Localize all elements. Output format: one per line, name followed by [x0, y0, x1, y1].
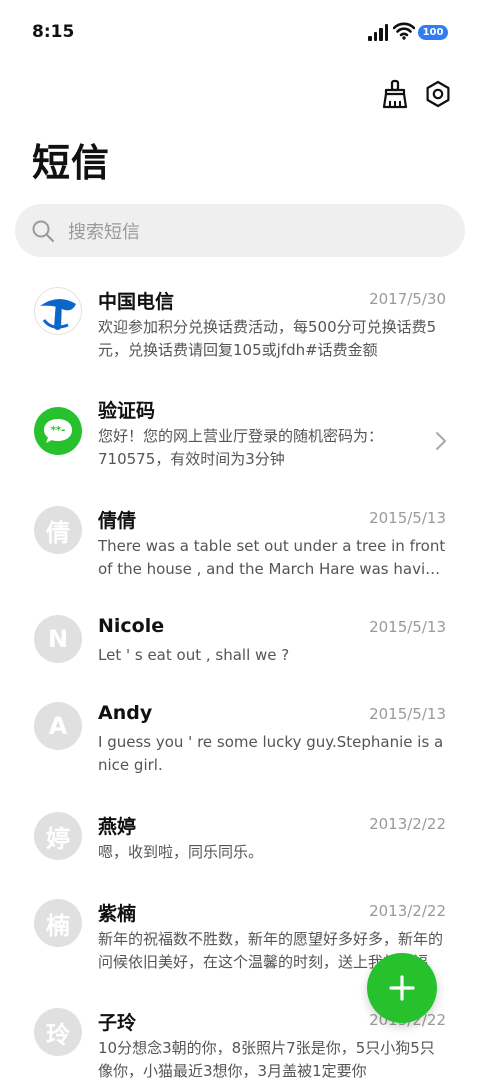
plus-icon	[389, 975, 415, 1001]
svg-text:**-: **-	[51, 425, 66, 436]
hexagon-settings-icon	[426, 80, 450, 108]
wifi-icon	[393, 22, 415, 40]
conversation-item-qianqian[interactable]: 倩 倩倩 2015/5/13 There was a table set out…	[0, 506, 480, 606]
conversation-item-andy[interactable]: A Andy 2015/5/13 I guess you ' re some l…	[0, 702, 480, 802]
conversation-date: 2013/2/22	[369, 902, 446, 920]
conversation-name: 子玲	[98, 1012, 137, 1034]
conversation-preview: Let ' s eat out , shall we ?	[98, 646, 290, 664]
conversation-item-nicole[interactable]: N Nicole 2015/5/13 Let ' s eat out , sha…	[0, 615, 480, 715]
battery-icon: 100	[418, 25, 448, 40]
conversation-preview: 您好！您的网上营业厅登录的随机密码为：710575，有效时间为3分钟	[98, 427, 384, 468]
settings-button[interactable]	[422, 78, 454, 110]
chevron-right-icon	[436, 432, 446, 450]
search-input[interactable]: 搜索短信	[68, 218, 140, 244]
conversation-name: 倩倩	[98, 510, 137, 532]
avatar: 玲	[34, 1008, 82, 1056]
conversation-preview: There was a table set out under a tree i…	[98, 537, 446, 578]
avatar: 倩	[34, 506, 82, 554]
conversation-name: 验证码	[98, 400, 156, 422]
conversation-item-verification-code[interactable]: **- 验证码 您好！您的网上营业厅登录的随机密码为：710575，有效时间为3…	[0, 396, 480, 496]
china-telecom-logo-icon	[34, 287, 82, 335]
conversation-preview: I guess you ' re some lucky guy.Stephani…	[98, 733, 444, 774]
avatar: N	[34, 615, 82, 663]
search-bar[interactable]: 搜索短信	[15, 204, 465, 257]
conversation-item-china-telecom[interactable]: 中国电信 2017/5/30 欢迎参加积分兑换话费活动，每500分可兑换话费5元…	[0, 287, 480, 387]
message-bubble-icon: **-	[34, 407, 82, 455]
conversation-name: 中国电信	[98, 291, 175, 313]
signal-icon	[368, 24, 388, 41]
avatar: 楠	[34, 899, 82, 947]
conversation-preview: 嗯，收到啦，同乐同乐。	[98, 843, 264, 861]
conversation-name: Nicole	[98, 615, 165, 637]
page-title: 短信	[32, 141, 111, 185]
conversation-preview: 10分想念3朝的你，8张照片7张是你，5只小狗5只像你，小猫最近3想你，3月盖被…	[98, 1039, 435, 1080]
clean-button[interactable]	[378, 78, 410, 110]
conversation-item-yanting[interactable]: 婷 燕婷 2013/2/22 嗯，收到啦，同乐同乐。	[0, 812, 480, 912]
conversation-date: 2015/5/13	[369, 509, 446, 527]
conversation-date: 2017/5/30	[369, 290, 446, 308]
avatar: A	[34, 702, 82, 750]
search-icon	[32, 220, 55, 243]
conversation-date: 2013/2/22	[369, 815, 446, 833]
conversation-date: 2015/5/13	[369, 705, 446, 723]
conversation-name: 燕婷	[98, 816, 137, 838]
status-time: 8:15	[32, 22, 75, 42]
conversation-name: 紫楠	[98, 903, 137, 925]
conversation-preview: 欢迎参加积分兑换话费活动，每500分可兑换话费5元，兑换话费请回复105或jfd…	[98, 318, 437, 359]
conversation-name: Andy	[98, 702, 153, 724]
conversation-date: 2015/5/13	[369, 618, 446, 636]
new-message-button[interactable]	[367, 953, 437, 1023]
broom-icon	[382, 79, 408, 109]
status-bar: 8:15 100	[0, 0, 480, 64]
avatar: 婷	[34, 812, 82, 860]
